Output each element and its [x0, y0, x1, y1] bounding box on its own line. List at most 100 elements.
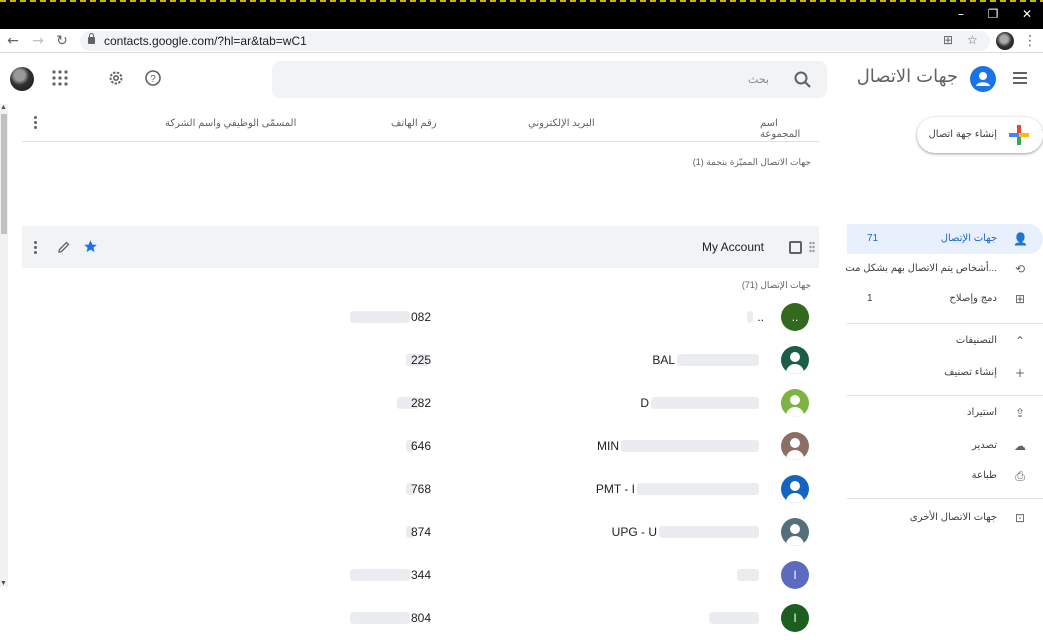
address-bar[interactable]: contacts.google.com/?hl=ar&tab=wC1 ⊞ ☆	[80, 31, 990, 51]
sidebar-item-label: دمج وإصلاح	[949, 293, 997, 304]
contact-row[interactable]: 768 PMT - I	[22, 468, 819, 511]
contact-phone[interactable]: 344	[411, 568, 431, 582]
edit-pencil-icon[interactable]	[57, 240, 71, 254]
contact-row[interactable]: I 344	[22, 554, 819, 597]
redacted-name	[737, 569, 759, 581]
person-avatar-icon[interactable]	[781, 389, 809, 417]
contact-name[interactable]: BAL	[652, 353, 675, 367]
row-options-icon[interactable]	[34, 241, 38, 255]
avatar-letter: I	[793, 611, 797, 625]
starred-contact-row[interactable]: My Account	[22, 226, 819, 268]
drag-handle-icon[interactable]	[809, 241, 815, 253]
contact-name[interactable]: ..	[757, 310, 764, 324]
sidebar-item-history[interactable]: ⟲ أشخاص يتم الاتصال بهم بشكل مت...	[845, 254, 1043, 284]
close-window-button[interactable]: ✕	[1012, 4, 1042, 24]
contact-phone[interactable]: 874	[411, 525, 431, 539]
avatar-letter: I	[793, 568, 797, 582]
list-options-menu-icon[interactable]	[34, 116, 38, 130]
sidebar-item-label: تصدير	[971, 440, 997, 451]
contact-phone[interactable]: 768	[411, 482, 431, 496]
person-avatar-icon[interactable]	[781, 475, 809, 503]
header-divider	[22, 141, 819, 142]
create-contact-label[interactable]: إنشاء جهة اتصال	[929, 129, 998, 140]
contact-phone[interactable]: 225	[411, 353, 431, 367]
column-header-group[interactable]: اسم المجموعة	[760, 118, 819, 140]
contact-phone[interactable]: 082	[411, 310, 431, 324]
redacted-name	[651, 397, 759, 409]
sidebar-item-print[interactable]: ⎙ طباعة	[847, 461, 1043, 491]
redacted-name	[709, 612, 759, 624]
contact-phone[interactable]: 282	[411, 396, 431, 410]
column-header-phone[interactable]: رقم الهاتف	[391, 118, 437, 129]
contacts-logo-icon[interactable]	[970, 66, 996, 92]
search-placeholder[interactable]: بحث	[748, 73, 769, 86]
column-header-email[interactable]: البريد الإلكتروني	[528, 118, 595, 129]
settings-gear-icon[interactable]	[106, 68, 126, 88]
browser-menu-icon[interactable]: ⋮	[1020, 31, 1040, 51]
contact-row[interactable]: I 804	[22, 597, 819, 640]
sidebar-divider	[847, 323, 1043, 324]
account-avatar[interactable]	[10, 67, 34, 91]
contact-row[interactable]: 646 MIN	[22, 425, 819, 468]
sidebar-item-archive[interactable]: ⊡ جهات الاتصال الأخرى	[847, 503, 1043, 533]
contact-name[interactable]: MIN	[597, 439, 619, 453]
sidebar-item-chevron-up[interactable]: ⌃ التصنيفات	[847, 326, 1043, 356]
contact-row[interactable]: .. 082..	[22, 296, 819, 339]
search-icon[interactable]	[793, 70, 813, 90]
person-avatar-icon[interactable]	[781, 432, 809, 460]
scrollbar-thumb[interactable]	[1, 114, 7, 234]
bookmark-star-icon[interactable]: ☆	[967, 33, 978, 47]
contacts-list: المسمّى الوظيفي واسم الشركة رقم الهاتف ا…	[22, 104, 819, 632]
scroll-down-arrow-icon[interactable]: ▼	[0, 580, 7, 587]
redacted-phone	[350, 612, 410, 624]
browser-profile-avatar[interactable]	[996, 32, 1014, 50]
person-avatar-icon[interactable]	[781, 518, 809, 546]
app-title[interactable]: جهات الاتصال	[857, 66, 958, 87]
column-header-job[interactable]: المسمّى الوظيفي واسم الشركة	[165, 118, 296, 129]
starred-section-header: جهات الاتصال المميّزة بنجمة (1)	[692, 157, 811, 167]
contact-row[interactable]: 874 UPG - U	[22, 511, 819, 554]
sidebar-divider	[847, 395, 1043, 396]
forward-arrow-icon[interactable]: →	[28, 31, 48, 51]
back-arrow-icon[interactable]: ←	[3, 31, 23, 51]
sidebar: إنشاء جهة اتصال 👤 جهات الإتصال 71 ⟲ أشخاص يت…	[845, 104, 1043, 587]
contact-phone[interactable]: 804	[411, 611, 431, 625]
letter-avatar[interactable]: I	[781, 561, 809, 589]
contact-row[interactable]: 282 D	[22, 382, 819, 425]
create-contact-button[interactable]: إنشاء جهة اتصال	[917, 117, 1043, 153]
row-checkbox[interactable]	[789, 241, 802, 254]
sidebar-item-cloud-download[interactable]: ☁ تصدير	[847, 431, 1043, 461]
redacted-name	[637, 483, 759, 495]
svg-text:?: ?	[150, 74, 156, 85]
help-icon[interactable]: ?	[143, 68, 163, 88]
sidebar-item-label: جهات الإتصال	[940, 233, 997, 244]
sidebar-item-plus[interactable]: + إنشاء تصنيف	[847, 358, 1043, 388]
scroll-up-arrow-icon[interactable]: ▲	[0, 104, 7, 111]
sidebar-item-person[interactable]: 👤 جهات الإتصال 71	[847, 224, 1043, 254]
letter-avatar[interactable]: I	[781, 604, 809, 632]
upload-icon: ⇪	[1014, 406, 1026, 420]
reload-icon[interactable]: ↻	[52, 31, 72, 51]
scrollbar[interactable]: ▲ ▼	[0, 104, 8, 587]
contact-name[interactable]: PMT - I	[596, 482, 635, 496]
contact-row[interactable]: 225 BAL	[22, 339, 819, 382]
apps-grid-icon[interactable]	[50, 68, 70, 88]
url-text[interactable]: contacts.google.com/?hl=ar&tab=wC1	[104, 34, 307, 48]
contact-name[interactable]: D	[640, 396, 649, 410]
titlebar-stripe	[0, 0, 1043, 2]
sidebar-item-upload[interactable]: ⇪ استيراد	[847, 398, 1043, 428]
contact-phone[interactable]: 646	[411, 439, 431, 453]
app-header: ? بحث جهات الاتصال	[0, 54, 1043, 104]
contact-name[interactable]: My Account	[702, 240, 764, 254]
contact-name[interactable]: UPG - U	[612, 525, 657, 539]
main-menu-icon[interactable]	[1013, 72, 1027, 84]
person-avatar-icon[interactable]	[781, 346, 809, 374]
history-icon: ⟲	[1014, 262, 1026, 276]
star-filled-icon[interactable]	[83, 239, 98, 254]
maximize-button[interactable]: ❐	[978, 4, 1008, 24]
translate-icon[interactable]: ⊞	[943, 33, 953, 47]
search-box[interactable]: بحث	[272, 61, 827, 98]
letter-avatar[interactable]: ..	[781, 303, 809, 331]
minimize-button[interactable]: –	[946, 4, 976, 24]
sidebar-item-merge[interactable]: ⊞ دمج وإصلاح 1	[847, 284, 1043, 314]
